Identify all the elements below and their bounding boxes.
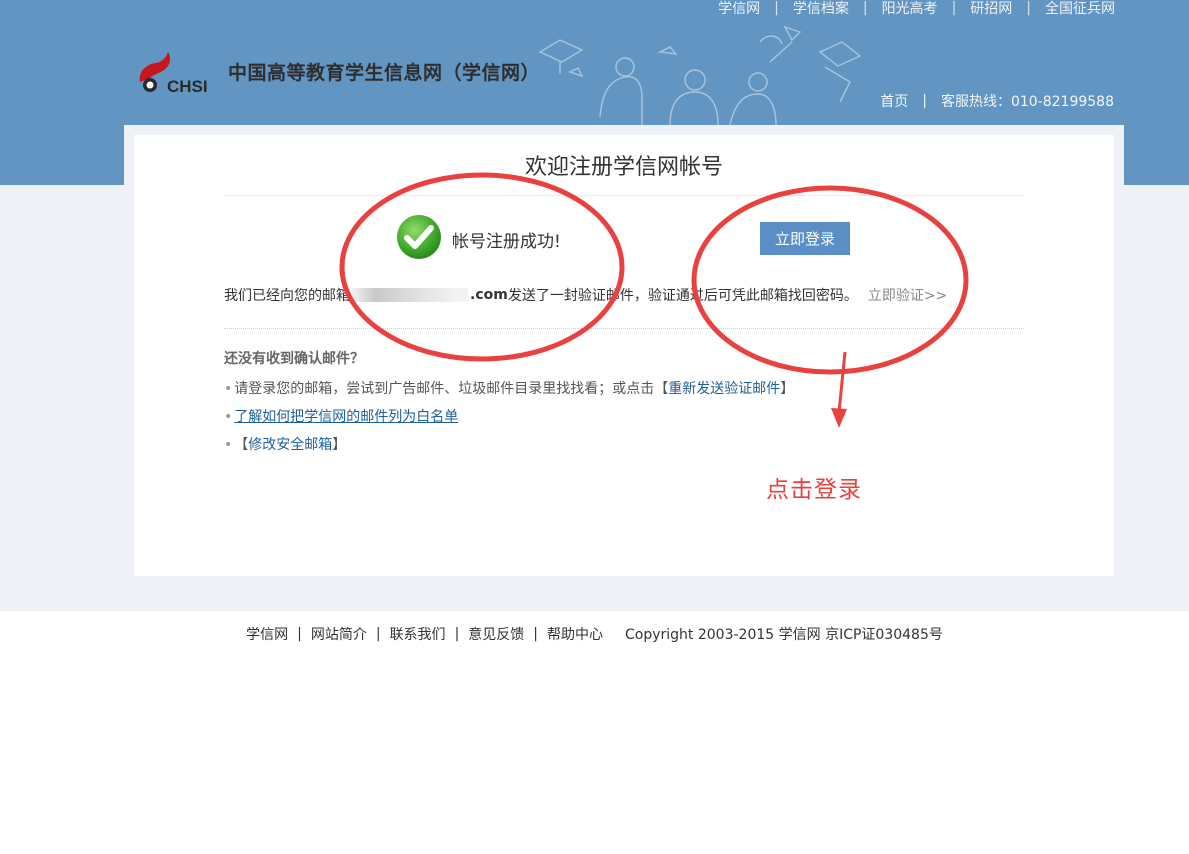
footer-link-contact[interactable]: 联系我们 [390, 624, 446, 644]
whitelist-link[interactable]: 了解如何把学信网的邮件列为白名单 [234, 409, 458, 425]
bracket-open: 【 [654, 381, 669, 397]
top-nav: 学信网 | 学信档案 | 阳光高考 | 研招网 | 全国征兵网 [718, 0, 1115, 18]
footer-link-help[interactable]: 帮助中心 [547, 624, 603, 644]
bullet-icon: • [224, 409, 233, 425]
email-sent-message: 我们已经向您的邮箱 .com 发送了一封验证邮件，验证通过后可凭此邮箱找回密码。… [224, 285, 947, 305]
change-email-link[interactable]: 修改安全邮箱 [248, 437, 332, 453]
footer-link-feedback[interactable]: 意见反馈 [468, 624, 524, 644]
top-nav-archive[interactable]: 学信档案 [793, 0, 849, 18]
bullet-icon: • [224, 381, 233, 397]
chsi-logo-icon: CHSI [134, 48, 216, 96]
footer-separator: | [533, 626, 538, 642]
footer-link-chsi[interactable]: 学信网 [246, 624, 288, 644]
sub-nav: 首页 | 客服热线：010-82199588 [880, 91, 1114, 111]
title-divider [224, 195, 1024, 196]
bullet-icon: • [224, 437, 233, 453]
top-nav-chsi[interactable]: 学信网 [718, 0, 760, 18]
help-item-change-email: • 【修改安全邮箱】 [224, 434, 346, 454]
top-nav-separator: | [862, 0, 868, 16]
sent-prefix: 我们已经向您的邮箱 [224, 288, 350, 304]
site-name: 中国高等教育学生信息网（学信网） [228, 61, 541, 84]
graduation-illustration [538, 25, 862, 125]
sent-suffix: 发送了一封验证邮件，验证通过后可凭此邮箱找回密码。 [507, 288, 858, 304]
success-message: 帐号注册成功! [452, 232, 561, 252]
home-link[interactable]: 首页 [880, 91, 908, 111]
page-title: 欢迎注册学信网帐号 [524, 155, 723, 180]
top-nav-army[interactable]: 全国征兵网 [1045, 0, 1115, 18]
help-item-text: 请登录您的邮箱，尝试到广告邮件、垃圾邮件目录里找找看；或点击 [234, 381, 655, 397]
footer-separator: | [297, 626, 302, 642]
hotline-text: 客服热线：010-82199588 [940, 94, 1114, 110]
bracket-open: 【 [234, 437, 249, 453]
top-nav-yz[interactable]: 研招网 [970, 0, 1012, 18]
top-nav-separator: | [774, 0, 779, 16]
top-nav-gaokao[interactable]: 阳光高考 [882, 0, 938, 18]
top-nav-separator: | [1026, 0, 1031, 16]
bracket-close: 】 [332, 437, 347, 453]
section-divider [224, 328, 1024, 329]
help-item-whitelist: • 了解如何把学信网的邮件列为白名单 [224, 406, 458, 426]
footer-separator: | [375, 626, 381, 642]
footer-link-about[interactable]: 网站简介 [311, 624, 367, 644]
help-heading: 还没有收到确认邮件？ [224, 351, 364, 367]
login-now-button[interactable]: 立即登录 [760, 222, 850, 255]
email-domain: .com [470, 287, 508, 303]
footer: 学信网 | 网站简介 | 联系我们 | 意见反馈 | 帮助中心 Copyrigh… [0, 624, 1189, 644]
success-check-icon [397, 215, 441, 259]
sub-nav-separator: | [922, 93, 927, 109]
svg-text:CHSI: CHSI [167, 77, 208, 94]
annotation-label: 点击登录 [766, 477, 862, 503]
site-logo[interactable]: CHSI 中国高等教育学生信息网（学信网） [134, 48, 541, 96]
resend-email-link[interactable]: 重新发送验证邮件 [668, 381, 780, 397]
register-success-card: 欢迎注册学信网帐号 帐号注册成功! 立即登录 我们已经向您的邮箱 .com 发送… [134, 135, 1114, 576]
copyright-text: Copyright 2003-2015 学信网 京ICP证030485号 [625, 627, 943, 643]
bracket-close: 】 [780, 381, 795, 397]
verify-now-link[interactable]: 立即验证>> [868, 285, 947, 305]
masked-email [352, 288, 468, 302]
footer-separator: | [454, 626, 460, 642]
top-nav-separator: | [951, 0, 957, 16]
help-item-resend: • 请登录您的邮箱，尝试到广告邮件、垃圾邮件目录里找找看；或点击【重新发送验证邮件… [224, 378, 794, 398]
